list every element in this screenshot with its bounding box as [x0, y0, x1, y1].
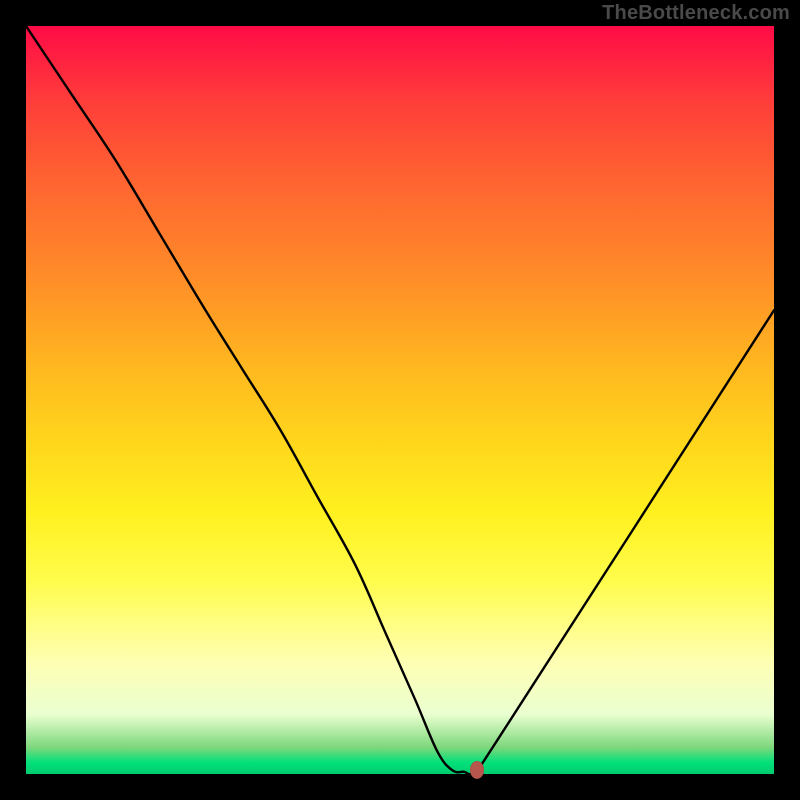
curve-path [26, 26, 774, 774]
bottleneck-curve [26, 26, 774, 774]
bottleneck-marker [470, 761, 484, 779]
plot-area [26, 26, 774, 774]
watermark-text: TheBottleneck.com [602, 2, 790, 25]
chart-frame: TheBottleneck.com [0, 0, 800, 800]
